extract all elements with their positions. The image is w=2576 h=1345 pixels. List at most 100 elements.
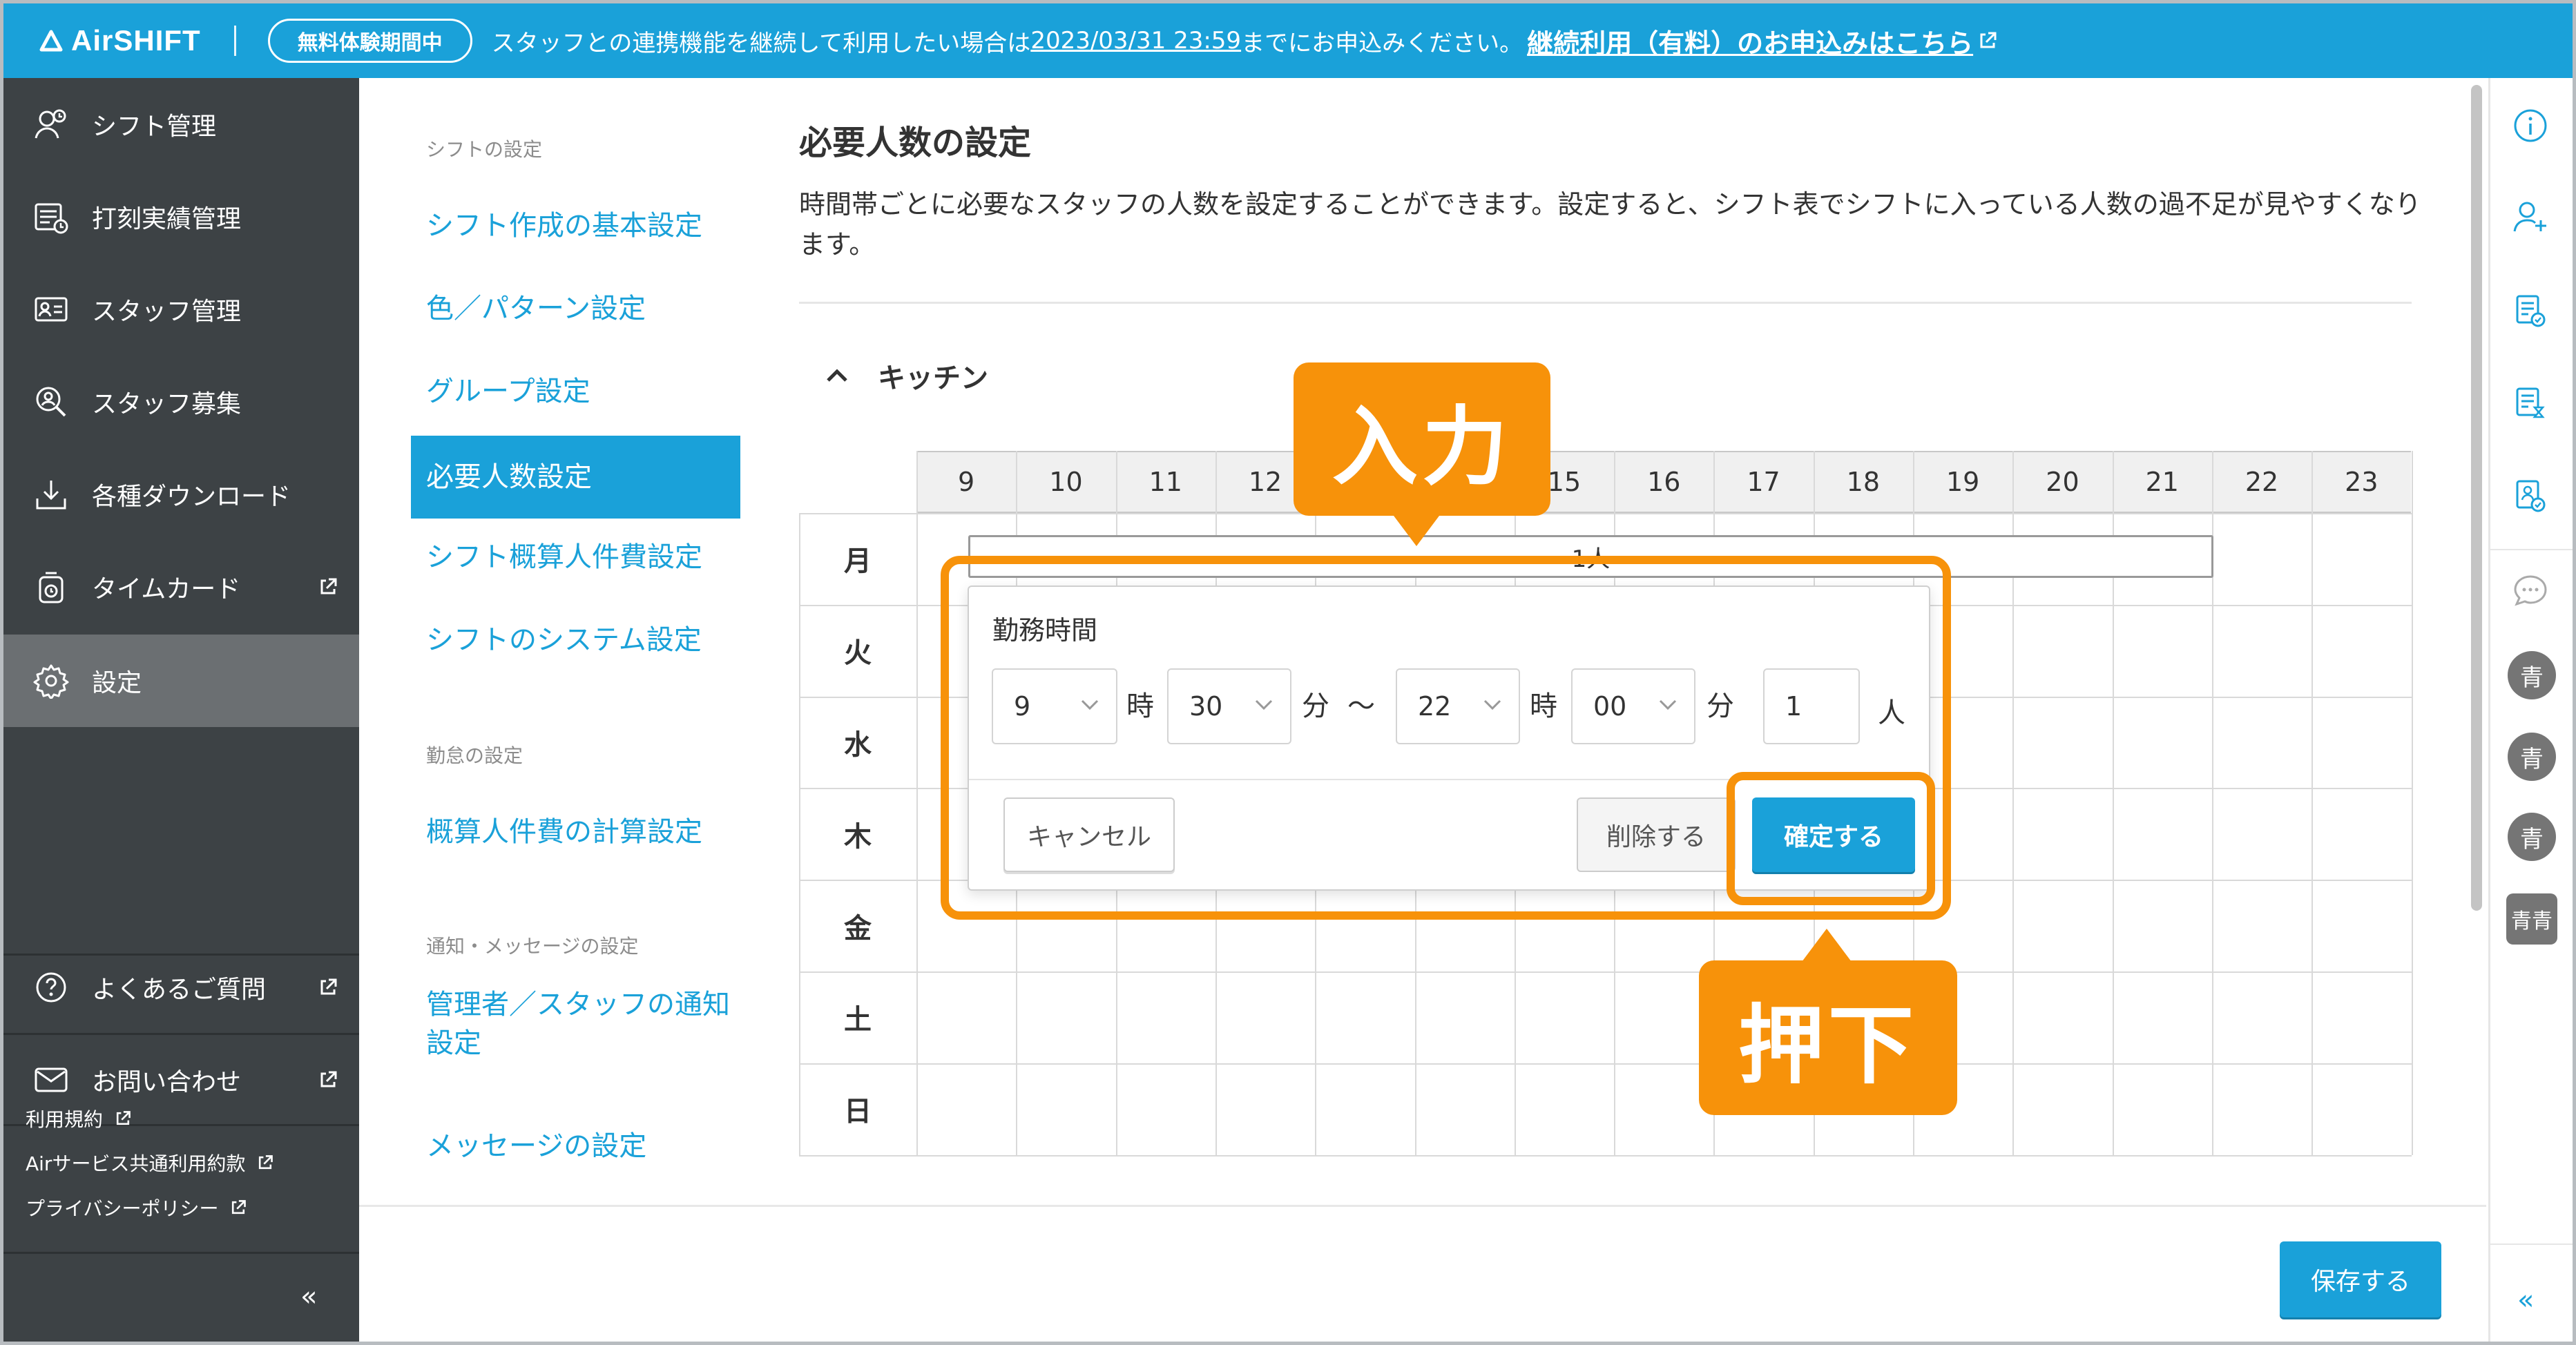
collapse-rail-button[interactable]: « <box>2517 1284 2534 1316</box>
day-label: 土 <box>844 1004 872 1036</box>
sidebar-item-faq[interactable]: よくあるご質問 <box>3 941 359 1034</box>
terms-link[interactable]: 利用規約 <box>26 1105 132 1132</box>
submenu-system-settings[interactable]: シフトのシステム設定 <box>411 599 740 681</box>
day-label: 水 <box>844 728 872 761</box>
collapse-sidebar-button[interactable]: « <box>300 1281 317 1313</box>
trial-badge: 無料体験期間中 <box>267 19 472 63</box>
hour-header-cell: 18 <box>1813 451 1913 513</box>
terms-label: 利用規約 <box>26 1108 104 1131</box>
chevron-up-icon <box>827 369 847 382</box>
hour-header-cell: 9 <box>916 451 1017 513</box>
grid-line <box>916 451 918 1155</box>
press-callout-pointer <box>1802 929 1852 962</box>
sidebar-item-recruit[interactable]: スタッフ募集 <box>3 356 359 448</box>
submenu-cost-calculation[interactable]: 概算人件費の計算設定 <box>411 791 740 873</box>
hour-header-cell: 20 <box>2012 451 2113 513</box>
external-link-icon <box>320 1071 337 1087</box>
hour-header-cell: 22 <box>2211 451 2312 513</box>
day-label: 木 <box>844 820 872 853</box>
sidebar-item-staff[interactable]: スタッフ管理 <box>3 263 359 356</box>
avatar[interactable]: 青 <box>2508 733 2556 781</box>
grid-line <box>799 1063 2412 1065</box>
sidebar-item-label: スタッフ管理 <box>92 298 242 326</box>
input-callout: 入力 <box>1294 362 1550 516</box>
faq-label: よくあるご質問 <box>92 976 267 1004</box>
sidebar: シフト管理 打刻実績管理 スタッフ管理 スタッフ募集 各種ダウンロード タイムカ… <box>3 78 359 1342</box>
external-link-icon <box>259 1155 273 1170</box>
attendance-settings-heading: 勤怠の設定 <box>426 744 523 767</box>
external-link-icon <box>232 1200 247 1215</box>
chat-bubble-icon[interactable] <box>2510 571 2550 611</box>
continue-signup-link[interactable]: 継続利用（有料）のお申込みはこちら <box>1527 22 1973 60</box>
recruit-icon <box>31 382 71 422</box>
notice-text: スタッフとの連携機能を継続して利用したい場合は <box>491 29 1031 57</box>
section-title: キッチン <box>878 362 988 394</box>
notice-text-2: までにお申込みください。 <box>1241 29 1524 57</box>
hour-header-cell: 10 <box>1016 451 1116 513</box>
submenu-notification[interactable]: 管理者／スタッフの通知設定 <box>411 983 756 1065</box>
content-divider <box>799 302 2412 304</box>
logo-triangle-icon <box>39 30 63 52</box>
hour-header-cell: 16 <box>1614 451 1714 513</box>
timecard-icon <box>31 567 71 607</box>
external-link-icon <box>320 578 337 594</box>
common-terms-label: Airサービス共通利用約款 <box>26 1152 246 1175</box>
sidebar-item-download[interactable]: 各種ダウンロード <box>3 448 359 541</box>
content-scrollbar[interactable] <box>2471 85 2482 911</box>
document-hourglass-icon[interactable] <box>2510 383 2550 423</box>
day-label: 火 <box>844 637 872 670</box>
sidebar-item-label: 各種ダウンロード <box>92 483 291 511</box>
hour-header-cell: 21 <box>2112 451 2212 513</box>
privacy-label: プライバシーポリシー <box>26 1197 219 1220</box>
grid-line <box>799 971 2412 973</box>
staff-card-icon <box>31 289 71 329</box>
day-label: 月 <box>844 545 872 578</box>
notify-settings-heading: 通知・メッセージの設定 <box>426 935 639 958</box>
add-user-icon[interactable] <box>2510 197 2550 237</box>
right-rail <box>2488 78 2573 1342</box>
avatar-group[interactable]: 青青 <box>2506 893 2557 945</box>
avatar[interactable]: 青 <box>2508 813 2556 861</box>
logo-divider <box>233 26 236 56</box>
submenu-basic-settings[interactable]: シフト作成の基本設定 <box>411 184 740 267</box>
input-callout-pointer <box>1392 513 1441 546</box>
submenu-color-pattern[interactable]: 色／パターン設定 <box>411 267 740 350</box>
save-button[interactable]: 保存する <box>2280 1241 2441 1317</box>
grid-line <box>799 513 2412 514</box>
help-circle-icon <box>31 967 71 1007</box>
submenu-message[interactable]: メッセージの設定 <box>411 1105 740 1188</box>
sidebar-item-shift[interactable]: シフト管理 <box>3 78 359 171</box>
submenu-notification-label: 管理者／スタッフの通知設定 <box>426 989 730 1059</box>
airshift-logo[interactable]: AirSHIFT <box>39 24 201 57</box>
shift-settings-heading: シフトの設定 <box>426 138 543 161</box>
submenu-required-staff[interactable]: 必要人数設定 <box>411 436 740 519</box>
document-check-icon[interactable] <box>2510 291 2550 331</box>
shift-icon <box>31 104 71 144</box>
sidebar-item-label: シフト管理 <box>92 113 217 141</box>
download-icon <box>31 474 71 514</box>
footer-action-bar <box>359 1205 2486 1342</box>
mail-icon <box>31 1060 71 1100</box>
top-banner: AirSHIFT 無料体験期間中 スタッフとの連携機能を継続して利用したい場合は… <box>3 3 2573 78</box>
staff-document-check-icon[interactable] <box>2510 476 2550 516</box>
common-terms-link[interactable]: Airサービス共通利用約款 <box>26 1149 274 1177</box>
page-title: 必要人数の設定 <box>799 124 1032 162</box>
sidebar-item-label: 設定 <box>92 669 142 697</box>
press-callout: 押下 <box>1699 960 1957 1115</box>
sidebar-item-timesheet[interactable]: 打刻実績管理 <box>3 171 359 263</box>
info-icon[interactable] <box>2510 106 2550 146</box>
sidebar-item-timecard[interactable]: タイムカード <box>3 541 359 633</box>
sidebar-item-settings[interactable]: 設定 <box>3 635 359 727</box>
privacy-link[interactable]: プライバシーポリシー <box>26 1194 247 1221</box>
timesheet-icon <box>31 197 71 237</box>
avatar[interactable]: 青 <box>2508 651 2556 699</box>
submenu-group[interactable]: グループ設定 <box>411 350 740 433</box>
grid-line <box>799 1154 2412 1157</box>
external-link-icon <box>1980 32 1997 48</box>
section-toggle-kitchen[interactable]: キッチン <box>825 356 988 396</box>
submenu-labor-cost[interactable]: シフト概算人件費設定 <box>411 516 740 599</box>
confirm-highlight-frame <box>1727 772 1935 905</box>
day-label: 日 <box>844 1096 872 1128</box>
hour-header-cell: 23 <box>2311 451 2412 513</box>
sidebar-item-label: タイムカード <box>92 575 241 603</box>
